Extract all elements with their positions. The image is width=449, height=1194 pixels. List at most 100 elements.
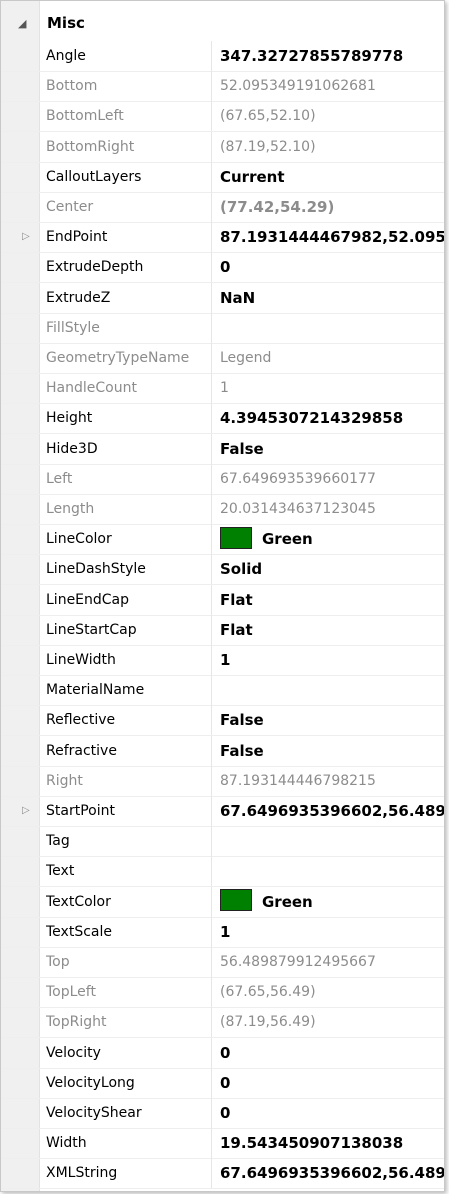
property-value[interactable]: 19.543450907138038 — [220, 1128, 444, 1158]
property-value[interactable]: Flat — [220, 615, 444, 645]
property-value[interactable] — [220, 856, 444, 886]
property-row-linecolor[interactable]: LineColor Green — [1, 524, 444, 556]
property-row-bottom[interactable]: Bottom 52.095349191062681 — [1, 71, 444, 103]
property-row-right[interactable]: Right 87.193144446798215 — [1, 765, 444, 797]
property-value: 52.095349191062681 — [220, 78, 376, 95]
property-value[interactable]: 0 — [220, 252, 444, 282]
property-name: BottomRight — [46, 131, 212, 162]
property-name: TopRight — [46, 1007, 212, 1038]
property-value[interactable] — [220, 675, 444, 705]
property-row-text[interactable]: Text — [1, 856, 444, 888]
expand-arrow-icon[interactable]: ▷ — [22, 222, 30, 252]
property-value[interactable]: False — [220, 736, 444, 766]
property-row-endpoint[interactable]: ▷ EndPoint 87.1931444467982,52.095 — [1, 222, 444, 254]
property-row-topleft[interactable]: TopLeft (67.65,56.49) — [1, 977, 444, 1009]
property-value: (67.65,52.10) — [220, 108, 316, 125]
property-row-extrudedepth[interactable]: ExtrudeDepth 0 — [1, 252, 444, 284]
property-row-reflective[interactable]: Reflective False — [1, 705, 444, 737]
property-name: GeometryTypeName — [46, 343, 212, 373]
property-value: 1 — [220, 380, 229, 397]
property-row-width[interactable]: Width 19.543450907138038 — [1, 1128, 444, 1160]
property-row-topright[interactable]: TopRight (87.19,56.49) — [1, 1007, 444, 1039]
property-name: Left — [46, 463, 212, 494]
property-row-velocitylong[interactable]: VelocityLong 0 — [1, 1067, 444, 1099]
property-row-left[interactable]: Left 67.649693539660177 — [1, 463, 444, 495]
category-header-misc[interactable]: ◢ Misc — [1, 13, 444, 39]
property-value-text: Green — [262, 530, 313, 549]
property-row-startpoint[interactable]: ▷ StartPoint 67.6496935396602,56.489 — [1, 796, 444, 827]
property-value[interactable]: Current — [220, 162, 444, 192]
property-row-xmlstring[interactable]: XMLString 67.6496935396602,56.489 — [1, 1158, 444, 1190]
property-value: (77.42,54.29) — [220, 198, 335, 216]
property-row-length[interactable]: Length 20.031434637123045 — [1, 494, 444, 525]
property-value[interactable]: 1 — [220, 917, 444, 947]
expand-arrow-icon[interactable]: ▷ — [22, 796, 30, 826]
property-name: ExtrudeDepth — [46, 252, 212, 283]
color-swatch-icon — [220, 889, 252, 912]
property-value — [220, 313, 444, 343]
property-name: StartPoint — [46, 796, 212, 826]
property-name: Height — [46, 403, 212, 434]
property-value[interactable]: 0 — [220, 1038, 444, 1068]
property-value[interactable]: Flat — [220, 585, 444, 615]
property-name: Tag — [46, 826, 212, 857]
property-value: 20.031434637123045 — [220, 501, 376, 517]
property-name: CalloutLayers — [46, 161, 212, 192]
property-row-calloutlayers[interactable]: CalloutLayers Current — [1, 161, 444, 193]
property-row-bottomright[interactable]: BottomRight (87.19,52.10) — [1, 131, 444, 163]
property-row-bottomleft[interactable]: BottomLeft (67.65,52.10) — [1, 101, 444, 133]
property-name: LineStartCap — [46, 614, 212, 645]
property-row-velocityshear[interactable]: VelocityShear 0 — [1, 1098, 444, 1129]
property-row-handlecount[interactable]: HandleCount 1 — [1, 373, 444, 405]
property-row-extrudez[interactable]: ExtrudeZ NaN — [1, 282, 444, 314]
property-row-lineendcap[interactable]: LineEndCap Flat — [1, 584, 444, 616]
property-name: XMLString — [46, 1158, 212, 1189]
property-row-top[interactable]: Top 56.489879912495667 — [1, 947, 444, 978]
property-value: 67.649693539660177 — [220, 470, 376, 487]
property-row-refractive[interactable]: Refractive False — [1, 735, 444, 767]
property-value[interactable]: 67.6496935396602,56.489 — [220, 796, 444, 826]
property-value[interactable]: 347.32727855789778 — [220, 41, 444, 71]
property-row-linedashstyle[interactable]: LineDashStyle Solid — [1, 554, 444, 586]
property-value[interactable]: Green — [220, 524, 444, 554]
property-value[interactable]: 0 — [220, 1068, 444, 1098]
property-name: EndPoint — [46, 222, 212, 253]
property-row-fillstyle[interactable]: FillStyle — [1, 312, 444, 344]
property-name: Bottom — [46, 71, 212, 102]
property-value: 56.489879912495667 — [220, 954, 376, 970]
property-row-linewidth[interactable]: LineWidth 1 — [1, 645, 444, 676]
property-name: BottomLeft — [46, 101, 212, 132]
property-value[interactable]: Solid — [220, 554, 444, 584]
property-value[interactable]: 67.6496935396602,56.489 — [220, 1158, 444, 1188]
property-value: (87.19,56.49) — [220, 1014, 316, 1031]
property-value: Legend — [220, 350, 272, 366]
property-value[interactable]: 0 — [220, 1098, 444, 1128]
property-row-linestartcap[interactable]: LineStartCap Flat — [1, 614, 444, 646]
property-value: (67.65,56.49) — [220, 984, 316, 1001]
property-row-tag[interactable]: Tag — [1, 826, 444, 858]
collapse-triangle-icon[interactable]: ◢ — [18, 15, 32, 33]
property-value[interactable]: Green — [220, 887, 444, 917]
property-value[interactable]: NaN — [220, 283, 444, 313]
color-swatch-icon — [220, 526, 252, 549]
property-value[interactable]: 4.3945307214329858 — [220, 403, 444, 433]
property-row-hide3d[interactable]: Hide3D False — [1, 433, 444, 465]
property-row-geometrytypename[interactable]: GeometryTypeName Legend — [1, 343, 444, 374]
property-value[interactable] — [220, 826, 444, 856]
property-name: FillStyle — [46, 312, 212, 343]
property-value[interactable]: False — [220, 705, 444, 735]
property-row-height[interactable]: Height 4.3945307214329858 — [1, 403, 444, 435]
property-row-center[interactable]: Center (77.42,54.29) — [1, 192, 444, 223]
property-row-textcolor[interactable]: TextColor Green — [1, 886, 444, 918]
property-name: TextColor — [46, 886, 212, 917]
property-row-textscale[interactable]: TextScale 1 — [1, 916, 444, 948]
property-value[interactable]: 87.1931444467982,52.095 — [220, 222, 444, 252]
property-name: Center — [46, 192, 212, 222]
property-name: Length — [46, 494, 212, 524]
property-value[interactable]: False — [220, 434, 444, 464]
property-value[interactable]: 1 — [220, 645, 444, 675]
property-row-velocity[interactable]: Velocity 0 — [1, 1037, 444, 1069]
property-row-materialname[interactable]: MaterialName — [1, 675, 444, 707]
property-value-text: Green — [262, 892, 313, 911]
property-row-angle[interactable]: Angle 347.32727855789778 — [1, 41, 444, 72]
